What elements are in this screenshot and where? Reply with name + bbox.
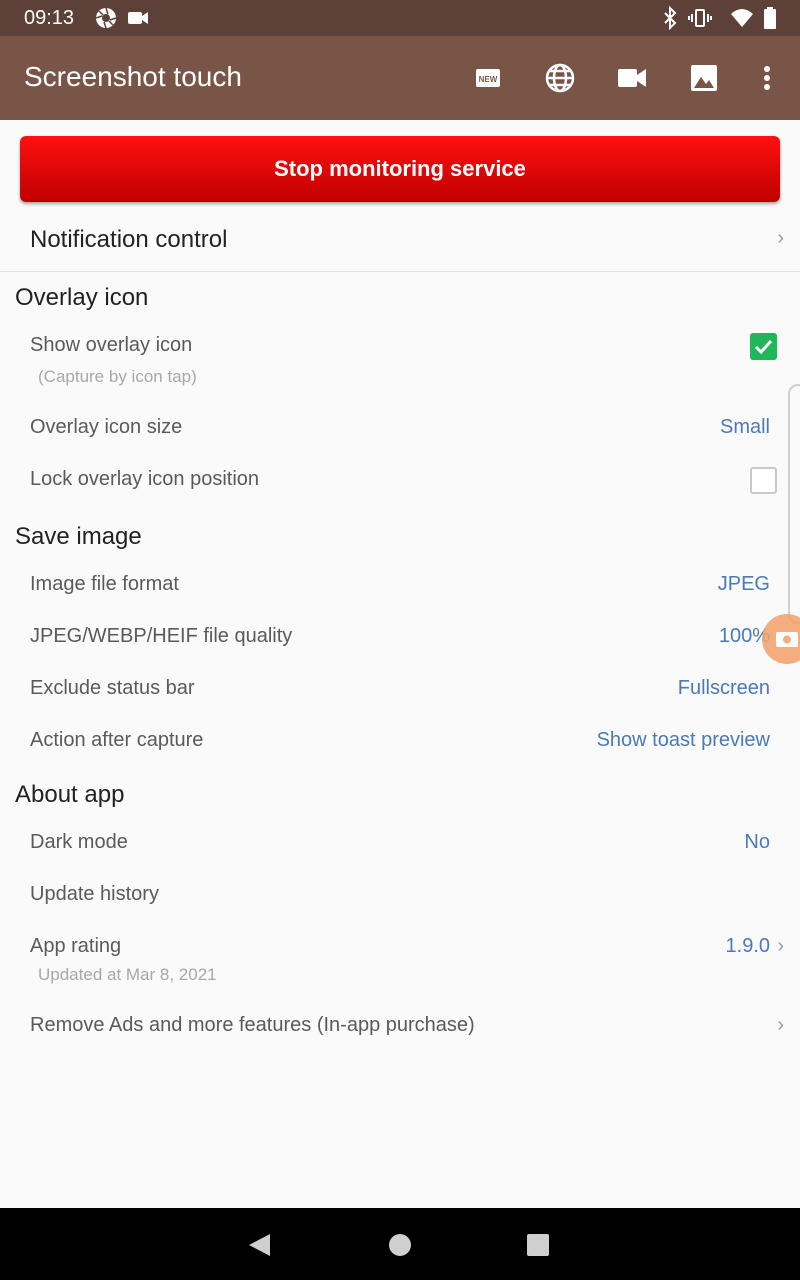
lock-position-label: Lock overlay icon position	[30, 468, 260, 490]
file-format-value: JPEG	[717, 573, 770, 595]
battery-icon	[764, 7, 776, 29]
new-badge-icon[interactable]: NEW	[470, 60, 506, 96]
wifi-icon	[731, 9, 753, 27]
chevron-right-icon: ›	[777, 1014, 784, 1036]
status-time: 09:13	[24, 7, 75, 29]
stop-monitoring-button[interactable]: Stop monitoring service	[20, 136, 780, 202]
exclude-status-bar-row[interactable]: Exclude status bar Fullscreen	[0, 669, 800, 709]
app-rating-row[interactable]: App rating Updated at Mar 8, 2021 1.9.0 …	[0, 927, 800, 991]
image-file-format-row[interactable]: Image file format JPEG	[0, 565, 800, 605]
overlay-icon-size-row[interactable]: Overlay icon size Small	[0, 408, 800, 448]
action-after-value: Show toast preview	[596, 729, 770, 751]
app-rating-value: 1.9.0	[725, 935, 770, 957]
bluetooth-icon	[664, 6, 677, 30]
lock-overlay-position-row[interactable]: Lock overlay icon position	[0, 460, 800, 500]
image-icon[interactable]	[686, 60, 722, 96]
chevron-right-icon: ›	[777, 935, 784, 957]
app-title: Screenshot touch	[24, 61, 242, 92]
home-icon[interactable]	[387, 1232, 413, 1258]
lock-position-checkbox[interactable]	[750, 467, 777, 494]
remove-ads-label: Remove Ads and more features (In-app pur…	[30, 1014, 475, 1036]
back-icon[interactable]	[246, 1232, 272, 1258]
recents-icon[interactable]	[525, 1232, 551, 1258]
show-overlay-checkbox[interactable]	[750, 333, 777, 360]
file-quality-label: JPEG/WEBP/HEIF file quality	[30, 625, 293, 647]
dark-mode-label: Dark mode	[30, 831, 128, 853]
app-bar: Screenshot touch NEW	[0, 36, 800, 120]
file-quality-row[interactable]: JPEG/WEBP/HEIF file quality 100%	[0, 617, 800, 657]
show-overlay-sub: (Capture by icon tap)	[38, 367, 197, 386]
status-bar: 09:13	[0, 0, 800, 36]
vibrate-icon	[688, 9, 712, 27]
overlay-size-label: Overlay icon size	[30, 416, 183, 438]
notification-control-label: Notification control	[30, 226, 228, 253]
update-history-row[interactable]: Update history	[0, 875, 800, 915]
app-rating-sub: Updated at Mar 8, 2021	[38, 965, 217, 984]
action-after-capture-row[interactable]: Action after capture Show toast preview	[0, 721, 800, 761]
navigation-bar	[0, 1208, 800, 1280]
exclude-status-value: Fullscreen	[677, 677, 770, 699]
show-overlay-icon-row[interactable]: Show overlay icon (Capture by icon tap)	[0, 326, 800, 394]
show-overlay-label: Show overlay icon	[30, 334, 193, 356]
remove-ads-row[interactable]: Remove Ads and more features (In-app pur…	[0, 1006, 800, 1046]
overlay-size-value: Small	[719, 416, 770, 438]
section-header-overlay: Overlay icon	[15, 284, 149, 311]
dark-mode-value: No	[744, 831, 770, 853]
svg-text:NEW: NEW	[479, 75, 498, 84]
update-history-label: Update history	[30, 883, 159, 905]
chevron-right-icon: ›	[777, 227, 784, 249]
section-header-about: About app	[15, 781, 125, 808]
dark-mode-row[interactable]: Dark mode No	[0, 823, 800, 863]
more-vert-icon[interactable]	[749, 60, 785, 96]
app-rating-label: App rating	[30, 935, 122, 957]
video-camera-icon[interactable]	[614, 60, 650, 96]
action-after-label: Action after capture	[30, 729, 204, 751]
edge-panel-handle[interactable]	[788, 384, 800, 624]
exclude-status-label: Exclude status bar	[30, 677, 195, 699]
file-format-label: Image file format	[30, 573, 179, 595]
floating-capture-button[interactable]	[762, 614, 800, 664]
section-header-save-image: Save image	[15, 523, 142, 550]
video-record-icon	[128, 12, 148, 24]
camera-shutter-icon	[95, 7, 117, 29]
globe-icon[interactable]	[542, 60, 578, 96]
divider	[0, 271, 800, 272]
camera-icon	[776, 632, 798, 647]
